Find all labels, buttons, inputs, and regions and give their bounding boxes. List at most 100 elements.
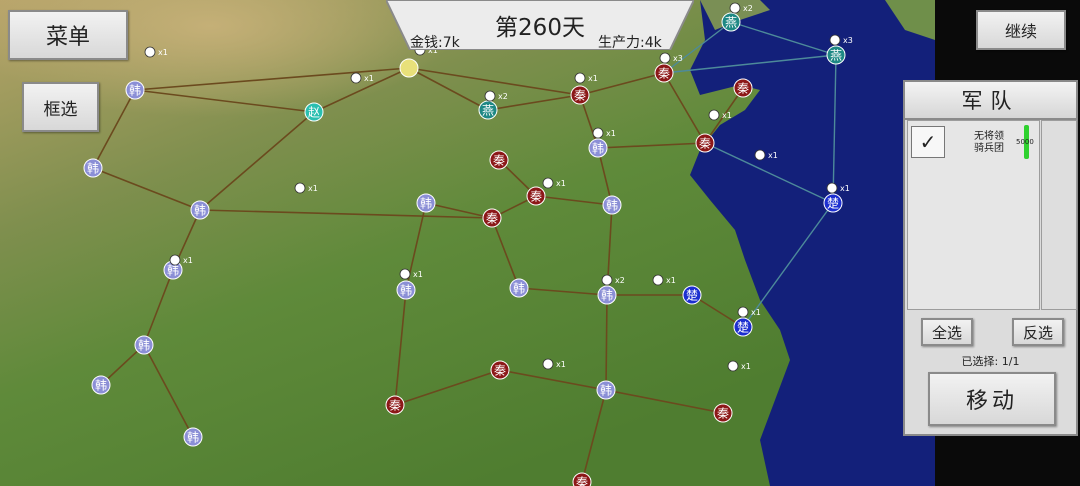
soldier-icon[interactable] bbox=[294, 182, 306, 194]
troop-count-label: x1 bbox=[588, 74, 598, 83]
city-han[interactable]: 韩 bbox=[588, 138, 608, 158]
troop-count-label: x2 bbox=[743, 4, 753, 13]
city-faction-label: 韩 bbox=[187, 430, 199, 445]
city-han[interactable]: 韩 bbox=[83, 158, 103, 178]
soldier-icon[interactable] bbox=[727, 360, 739, 372]
city-han[interactable]: 韩 bbox=[183, 427, 203, 447]
city-han[interactable]: 韩 bbox=[190, 200, 210, 220]
city-qin[interactable]: 秦 bbox=[713, 403, 733, 423]
box-select-button[interactable]: 框选 bbox=[22, 82, 99, 132]
city-faction-label: 韩 bbox=[194, 203, 206, 218]
army-unit-count: 5000 bbox=[1016, 138, 1034, 146]
soldier-icon[interactable] bbox=[542, 358, 554, 370]
city-faction-label: 楚 bbox=[686, 289, 698, 303]
troop-count-label: x1 bbox=[556, 360, 566, 369]
city-han[interactable]: 韩 bbox=[134, 335, 154, 355]
troop-count-label: x1 bbox=[158, 48, 168, 57]
city-han[interactable]: 韩 bbox=[602, 195, 622, 215]
soldier-icon[interactable] bbox=[829, 34, 841, 46]
city-faction-label: 韩 bbox=[400, 283, 412, 298]
city-faction-label: 秦 bbox=[658, 67, 670, 81]
city-qin[interactable]: 秦 bbox=[654, 63, 674, 83]
army-list[interactable]: ✓ 无将领 骑兵团 5000 bbox=[907, 120, 1040, 310]
city-zhao[interactable]: 赵 bbox=[304, 102, 324, 122]
production-label: 生产力:4k bbox=[598, 35, 662, 51]
troop-count-label: x1 bbox=[606, 129, 616, 138]
soldier-icon[interactable] bbox=[350, 72, 362, 84]
city-faction-label: 韩 bbox=[592, 141, 604, 156]
city-marker[interactable] bbox=[399, 58, 419, 78]
troop-count-label: x1 bbox=[556, 179, 566, 188]
army-unit-general: 无将领 bbox=[974, 131, 1004, 142]
continue-button[interactable]: 继续 bbox=[976, 10, 1066, 50]
city-faction-label: 楚 bbox=[737, 321, 749, 335]
city-neutral[interactable] bbox=[399, 58, 419, 78]
city-han[interactable]: 韩 bbox=[125, 80, 145, 100]
army-panel-title: 军队 bbox=[905, 82, 1076, 120]
city-faction-label: 赵 bbox=[308, 106, 320, 120]
city-chu[interactable]: 楚 bbox=[682, 285, 702, 305]
troop-count-label: x1 bbox=[308, 184, 318, 193]
city-han[interactable]: 韩 bbox=[416, 193, 436, 213]
city-han[interactable]: 韩 bbox=[91, 375, 111, 395]
city-han[interactable]: 韩 bbox=[509, 278, 529, 298]
city-faction-label: 燕 bbox=[725, 16, 737, 30]
soldier-icon[interactable] bbox=[754, 149, 766, 161]
soldier-icon[interactable] bbox=[737, 306, 749, 318]
army-unit-type: 骑兵团 bbox=[974, 143, 1004, 154]
city-qin[interactable]: 秦 bbox=[526, 186, 546, 206]
soldier-icon[interactable] bbox=[729, 2, 741, 14]
city-faction-label: 韩 bbox=[138, 338, 150, 353]
city-faction-label: 韩 bbox=[420, 196, 432, 211]
troop-count-label: x1 bbox=[364, 74, 374, 83]
troop-count-label: x1 bbox=[722, 111, 732, 120]
troop-count-label: x1 bbox=[768, 151, 778, 160]
soldier-icon[interactable] bbox=[592, 127, 604, 139]
city-qin[interactable]: 秦 bbox=[570, 85, 590, 105]
status-banner: 第260天 金钱:7k 生产力:4k bbox=[386, 0, 694, 51]
city-qin[interactable]: 秦 bbox=[572, 472, 592, 486]
troop-count-label: x3 bbox=[843, 36, 853, 45]
soldier-icon[interactable] bbox=[652, 274, 664, 286]
city-chu[interactable]: 楚 bbox=[823, 193, 843, 213]
soldier-icon[interactable] bbox=[826, 182, 838, 194]
city-faction-label: 秦 bbox=[574, 89, 586, 103]
soldier-icon[interactable] bbox=[708, 109, 720, 121]
soldier-icon[interactable] bbox=[144, 46, 156, 58]
city-qin[interactable]: 秦 bbox=[695, 133, 715, 153]
troop-count-label: x1 bbox=[751, 308, 761, 317]
city-qin[interactable]: 秦 bbox=[482, 208, 502, 228]
soldier-icon[interactable] bbox=[484, 90, 496, 102]
city-faction-label: 秦 bbox=[737, 82, 749, 96]
city-yan[interactable]: 燕 bbox=[721, 12, 741, 32]
soldier-icon[interactable] bbox=[601, 274, 613, 286]
city-chu[interactable]: 楚 bbox=[733, 317, 753, 337]
money-label: 金钱:7k bbox=[410, 35, 460, 51]
army-unit-name: 无将领 骑兵团 bbox=[954, 131, 1024, 155]
city-qin[interactable]: 秦 bbox=[489, 150, 509, 170]
select-all-button[interactable]: 全选 bbox=[921, 318, 973, 346]
soldier-icon[interactable] bbox=[169, 254, 181, 266]
city-faction-label: 韩 bbox=[129, 83, 141, 98]
army-unit-checkbox[interactable]: ✓ bbox=[911, 126, 945, 158]
menu-button[interactable]: 菜单 bbox=[8, 10, 128, 60]
city-han[interactable]: 韩 bbox=[596, 380, 616, 400]
city-qin[interactable]: 秦 bbox=[733, 78, 753, 98]
city-faction-label: 燕 bbox=[482, 104, 494, 118]
soldier-icon[interactable] bbox=[399, 268, 411, 280]
city-yan[interactable]: 燕 bbox=[826, 45, 846, 65]
invert-selection-button[interactable]: 反选 bbox=[1012, 318, 1064, 346]
city-faction-label: 秦 bbox=[486, 212, 498, 226]
soldier-icon[interactable] bbox=[574, 72, 586, 84]
city-faction-label: 韩 bbox=[513, 281, 525, 296]
city-yan[interactable]: 燕 bbox=[478, 100, 498, 120]
soldier-icon[interactable] bbox=[659, 52, 671, 64]
army-list-scrollbar[interactable] bbox=[1041, 120, 1077, 310]
city-han[interactable]: 韩 bbox=[396, 280, 416, 300]
city-faction-label: 韩 bbox=[601, 288, 613, 303]
city-han[interactable]: 韩 bbox=[597, 285, 617, 305]
soldier-icon[interactable] bbox=[542, 177, 554, 189]
move-button[interactable]: 移动 bbox=[928, 372, 1056, 426]
city-qin[interactable]: 秦 bbox=[490, 360, 510, 380]
city-qin[interactable]: 秦 bbox=[385, 395, 405, 415]
